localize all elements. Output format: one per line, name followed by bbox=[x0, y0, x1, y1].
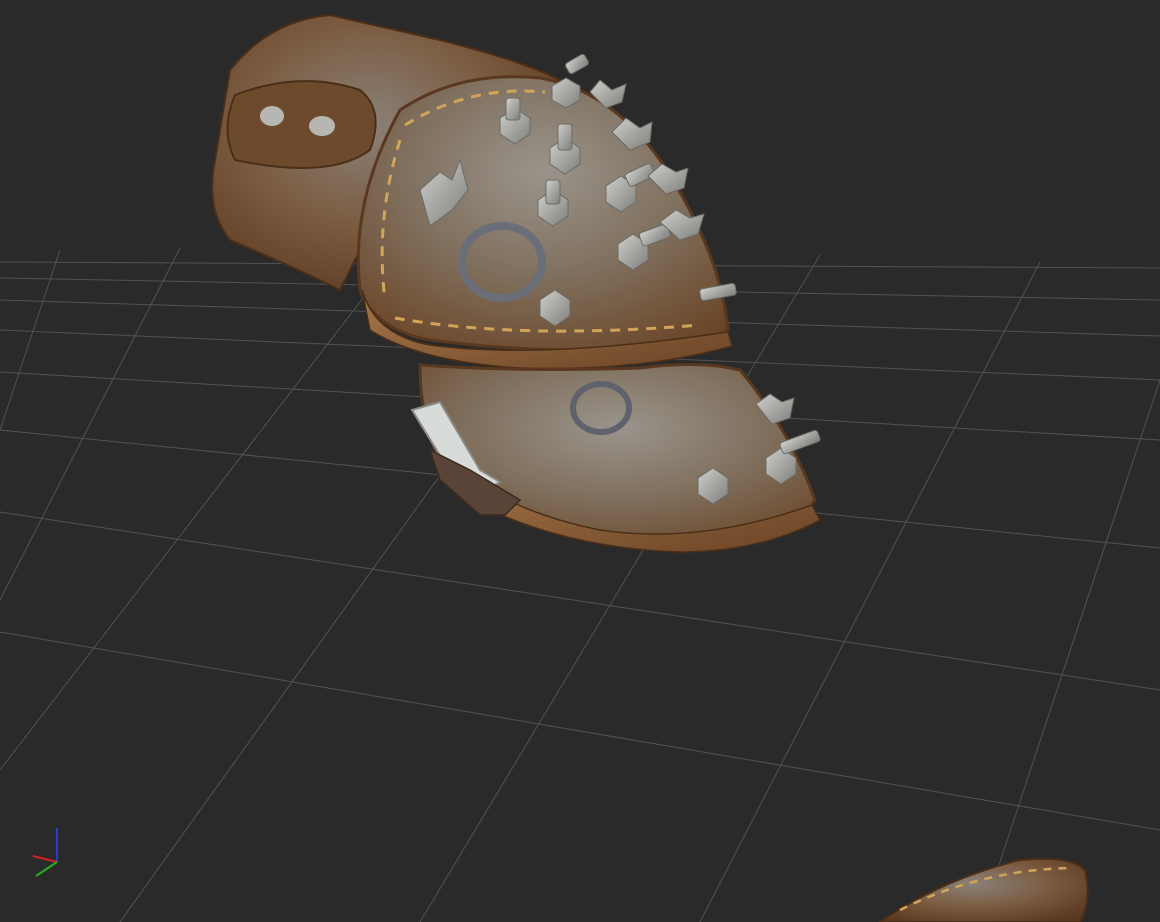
rivet bbox=[260, 106, 284, 126]
rivet bbox=[309, 116, 335, 136]
x-axis-line bbox=[32, 855, 58, 863]
leather-pauldron-model[interactable] bbox=[211, 13, 1089, 922]
y-axis-line bbox=[35, 861, 58, 877]
3d-viewport[interactable] bbox=[0, 0, 1160, 922]
back-plate-fold bbox=[226, 80, 377, 169]
axis-gizmo[interactable] bbox=[32, 828, 58, 877]
second-pauldron-partial bbox=[878, 857, 1089, 922]
viewport-canvas[interactable] bbox=[0, 0, 1160, 922]
